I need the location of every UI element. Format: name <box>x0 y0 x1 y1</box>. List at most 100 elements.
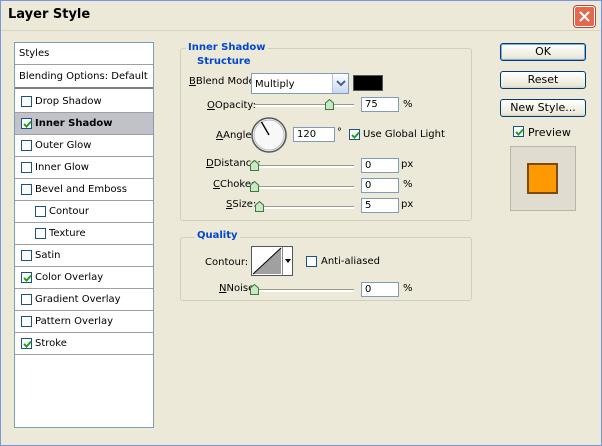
style-item[interactable]: Drop Shadow <box>15 91 153 113</box>
preview-box <box>510 146 576 211</box>
style-item-checkbox[interactable] <box>21 140 32 151</box>
style-item-label: Outer Glow <box>35 140 92 151</box>
styles-header[interactable]: Styles <box>15 43 153 65</box>
window-title: Layer Style <box>8 7 91 22</box>
blend-mode-label-rest: Blend Mode: <box>195 76 259 87</box>
angle-input[interactable]: 120 <box>293 127 335 142</box>
style-item-checkbox[interactable] <box>21 250 32 261</box>
style-item-checkbox[interactable] <box>21 118 32 129</box>
opacity-slider-thumb[interactable] <box>325 99 334 110</box>
caret-down-icon <box>285 259 291 263</box>
style-item-label: Stroke <box>35 338 67 349</box>
style-item-checkbox[interactable] <box>21 162 32 173</box>
style-item[interactable]: Gradient Overlay <box>15 289 153 311</box>
opacity-input[interactable]: 75 <box>361 97 399 112</box>
style-item[interactable]: Stroke <box>15 333 153 355</box>
size-unit: px <box>401 199 414 210</box>
style-item-checkbox[interactable] <box>21 272 32 283</box>
choke-value: 0 <box>365 180 372 191</box>
noise-slider-thumb[interactable] <box>250 284 259 295</box>
opacity-label-rest: Opacity: <box>214 100 256 111</box>
blend-mode-dropdown-button[interactable] <box>332 74 348 93</box>
blend-mode-select[interactable]: Multiply <box>251 73 349 94</box>
use-global-light-text: Use Global Light <box>363 129 445 140</box>
linear-contour-icon <box>252 247 282 275</box>
use-global-light-label[interactable]: Use Global Light <box>363 129 445 140</box>
ok-label: OK <box>535 45 551 58</box>
styles-list: Styles Blending Options: Default Drop Sh… <box>14 42 154 428</box>
distance-slider-thumb[interactable] <box>250 160 259 171</box>
style-item[interactable]: Inner Shadow <box>15 113 153 135</box>
distance-slider-track[interactable] <box>254 165 354 168</box>
quality-title: Quality <box>195 230 240 241</box>
blend-color-swatch[interactable] <box>353 75 383 91</box>
checkmark-icon <box>23 274 32 282</box>
contour-picker[interactable] <box>251 246 293 276</box>
style-item[interactable]: Outer Glow <box>15 135 153 157</box>
blending-options-label: Blending Options: Default <box>19 71 148 82</box>
size-label: SSize: <box>226 199 257 210</box>
size-slider-thumb[interactable] <box>255 201 264 212</box>
style-item[interactable]: Inner Glow <box>15 157 153 179</box>
use-global-light-checkbox[interactable] <box>349 129 360 140</box>
layer-style-dialog: Layer Style Styles Blending Options: Def… <box>0 0 602 446</box>
blend-mode-label: BBlend Mode: <box>189 76 259 87</box>
opacity-slider-track[interactable] <box>254 104 354 107</box>
checkmark-icon <box>23 340 32 348</box>
distance-value: 0 <box>365 160 372 171</box>
noise-unit: % <box>403 283 413 294</box>
style-item-checkbox[interactable] <box>21 338 32 349</box>
structure-title: Structure <box>195 56 253 67</box>
noise-value: 0 <box>365 284 372 295</box>
style-item[interactable]: Satin <box>15 245 153 267</box>
size-label-rest: Size: <box>232 199 257 210</box>
opacity-unit: % <box>403 99 413 110</box>
new-style-label: New Style... <box>510 101 576 114</box>
angle-unit: ° <box>337 127 342 138</box>
choke-label: CChoke: <box>213 179 255 190</box>
choke-slider-track[interactable] <box>254 186 354 189</box>
inner-shadow-title: Inner Shadow <box>186 42 268 53</box>
style-item-label: Pattern Overlay <box>35 316 114 327</box>
preview-checkbox[interactable] <box>513 126 524 137</box>
chevron-down-icon <box>336 80 346 87</box>
preview-label[interactable]: Preview <box>528 126 571 139</box>
anti-aliased-text: Anti-aliased <box>321 256 381 267</box>
choke-slider-thumb[interactable] <box>250 181 259 192</box>
preview-text: Preview <box>528 126 571 139</box>
style-item[interactable]: Contour <box>15 201 153 223</box>
close-button[interactable] <box>574 6 595 27</box>
size-input[interactable]: 5 <box>361 198 399 213</box>
style-item-checkbox[interactable] <box>35 228 46 239</box>
noise-slider-track[interactable] <box>254 289 354 292</box>
style-item-label: Texture <box>49 228 86 239</box>
distance-input[interactable]: 0 <box>361 158 399 173</box>
angle-dial[interactable] <box>250 116 288 154</box>
contour-dropdown-button[interactable] <box>282 247 292 275</box>
style-item-checkbox[interactable] <box>21 184 32 195</box>
anti-aliased-label[interactable]: Anti-aliased <box>321 256 380 267</box>
style-item-label: Contour <box>49 206 89 217</box>
style-item[interactable]: Pattern Overlay <box>15 311 153 333</box>
blending-options-item[interactable]: Blending Options: Default <box>15 65 153 89</box>
style-item-checkbox[interactable] <box>35 206 46 217</box>
anti-aliased-checkbox[interactable] <box>306 256 317 267</box>
style-item[interactable]: Bevel and Emboss <box>15 179 153 201</box>
ok-button[interactable]: OK <box>500 43 586 61</box>
style-item-checkbox[interactable] <box>21 316 32 327</box>
title-bar: Layer Style <box>1 1 601 31</box>
size-slider-track[interactable] <box>254 206 354 209</box>
distance-unit: px <box>401 159 414 170</box>
choke-input[interactable]: 0 <box>361 178 399 193</box>
style-item[interactable]: Color Overlay <box>15 267 153 289</box>
styles-header-label: Styles <box>19 48 50 59</box>
style-item-checkbox[interactable] <box>21 96 32 107</box>
checkmark-icon <box>351 131 360 139</box>
new-style-button[interactable]: New Style... <box>500 99 586 117</box>
reset-button[interactable]: Reset <box>500 71 586 89</box>
style-item-checkbox[interactable] <box>21 294 32 305</box>
style-item-label: Inner Shadow <box>35 118 113 129</box>
noise-input[interactable]: 0 <box>361 282 399 297</box>
style-item[interactable]: Texture <box>15 223 153 245</box>
opacity-label: OOpacity: <box>207 100 256 111</box>
